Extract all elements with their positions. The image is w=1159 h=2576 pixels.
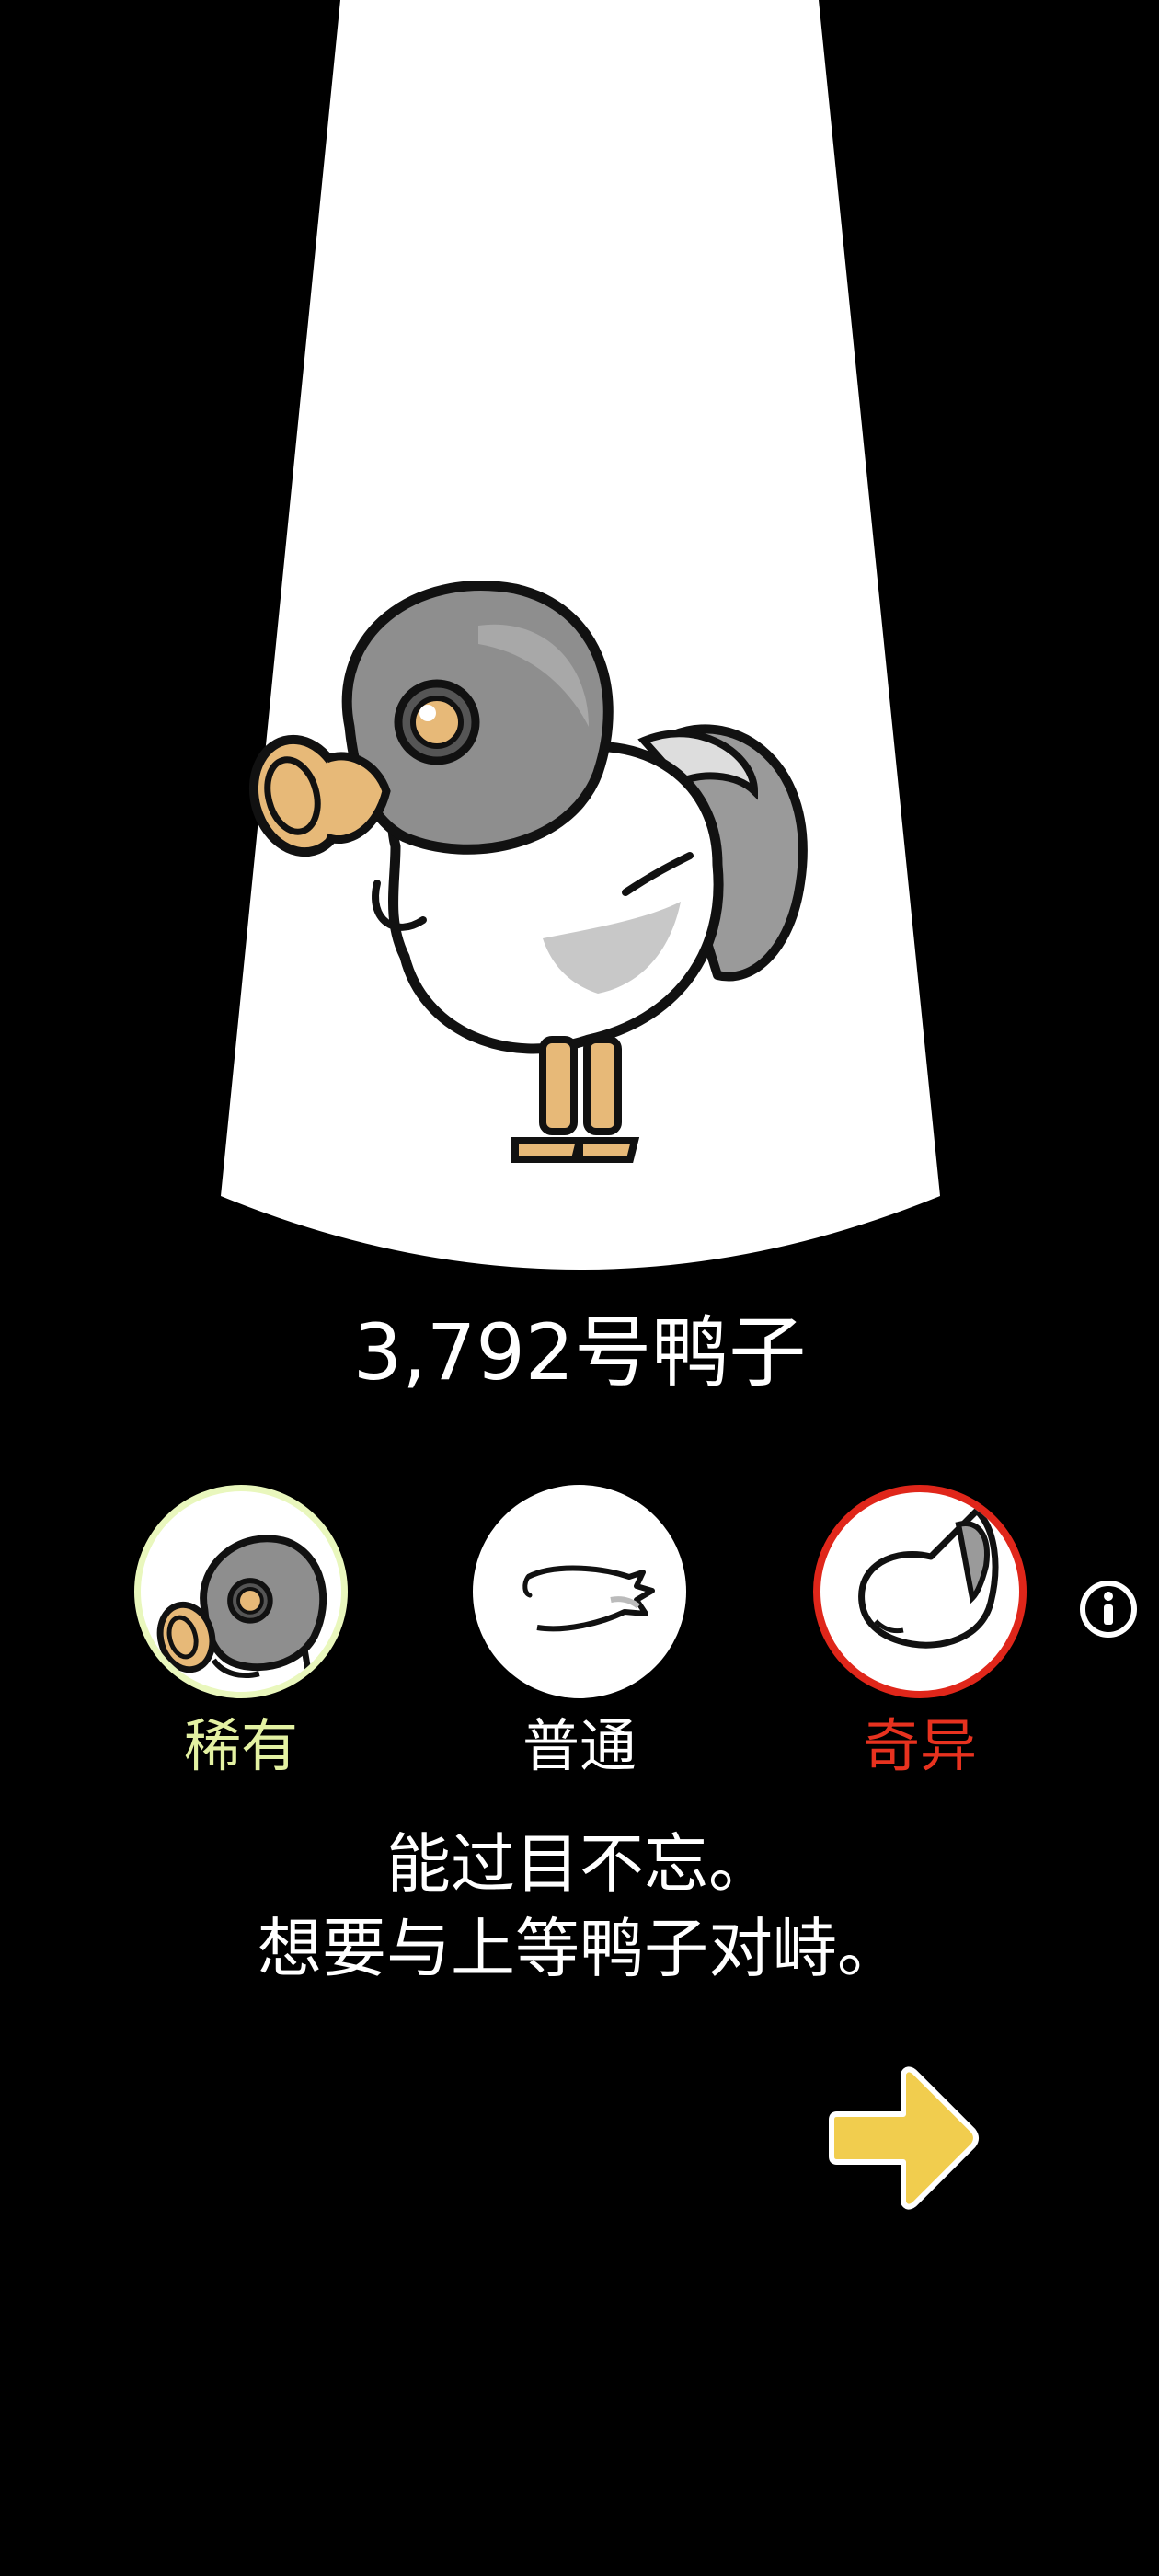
curled-tail-icon xyxy=(858,1507,999,1649)
next-arrow-icon[interactable] xyxy=(824,2057,986,2219)
part-tail-button[interactable] xyxy=(813,1485,1027,1698)
part-wing-button[interactable] xyxy=(473,1485,686,1698)
part-head-button[interactable] xyxy=(134,1485,348,1698)
part-wing-rarity-label: 普通 xyxy=(522,1712,637,1779)
wing-icon xyxy=(522,1565,655,1632)
description-line-2: 想要与上等鸭子对峙。 xyxy=(258,1911,901,1986)
duck-name: 3,792号鸭子 xyxy=(352,1307,807,1397)
description-line-1: 能过目不忘。 xyxy=(386,1826,773,1902)
duck-character xyxy=(248,581,808,1163)
part-tail-rarity-label: 奇异 xyxy=(862,1712,977,1779)
gas-mask-head-icon xyxy=(156,1535,327,1682)
part-head-rarity-label: 稀有 xyxy=(183,1712,298,1779)
info-icon[interactable] xyxy=(1078,1579,1139,1639)
duck-description: 能过目不忘。 想要与上等鸭子对峙。 xyxy=(0,1822,1159,1991)
